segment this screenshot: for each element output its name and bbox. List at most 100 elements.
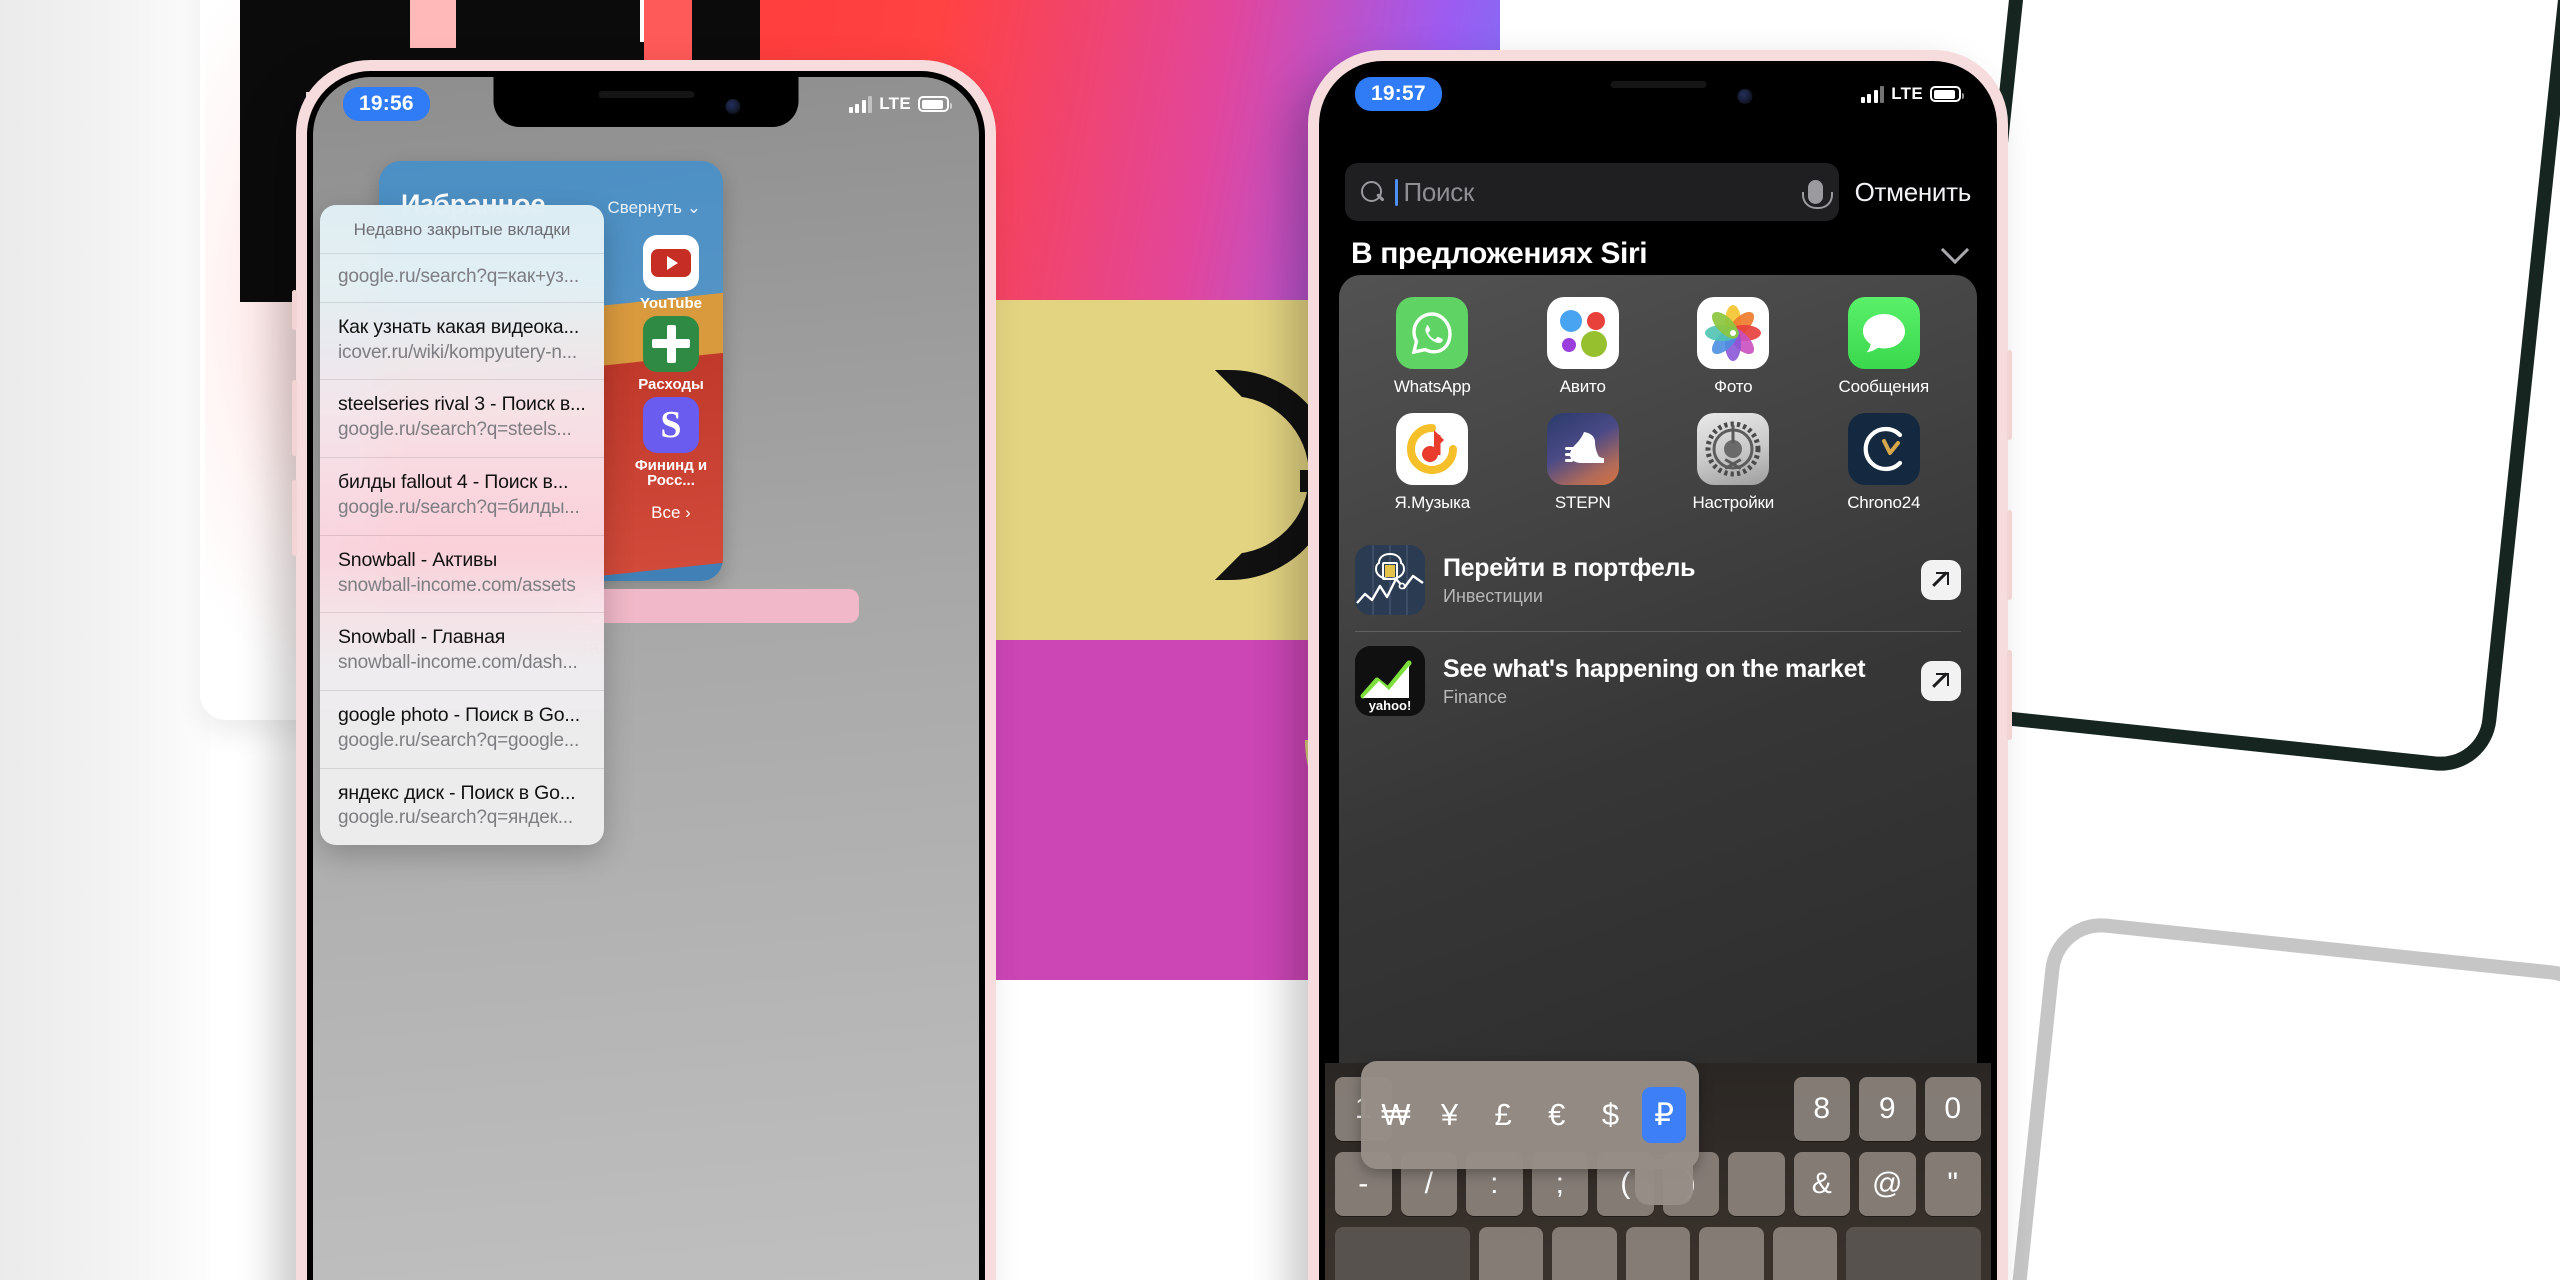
whatsapp-icon bbox=[1396, 297, 1469, 369]
row-title: Snowball - Главная bbox=[338, 626, 506, 649]
key-8[interactable]: 8 bbox=[1793, 1077, 1850, 1141]
favorite-label: Фининд и Росс... bbox=[634, 456, 708, 490]
search-bar: Поиск Отменить bbox=[1325, 163, 1991, 221]
app-grid: WhatsApp Авито Фото Сообщения Я.Музыка S… bbox=[1339, 275, 1977, 523]
status-time: 19:57 bbox=[1355, 77, 1442, 111]
currency-key-dollar[interactable]: $ bbox=[1588, 1087, 1632, 1143]
app-messages[interactable]: Сообщения bbox=[1809, 297, 1960, 397]
favorite-youtube[interactable]: YouTube bbox=[621, 235, 721, 312]
app-stepn[interactable]: STEPN bbox=[1508, 413, 1659, 513]
list-item[interactable]: Snowball - Активы snowball-income.com/as… bbox=[320, 534, 604, 613]
list-item[interactable]: steelseries rival 3 - Поиск в... google.… bbox=[320, 379, 604, 457]
battery-icon bbox=[918, 96, 952, 112]
key-currency[interactable] bbox=[1728, 1152, 1785, 1216]
list-item[interactable]: Snowball - Главная snowball-income.com/d… bbox=[320, 612, 604, 690]
youtube-icon bbox=[643, 235, 699, 291]
open-suggestion-button[interactable] bbox=[1921, 661, 1961, 701]
row-title: steelseries rival 3 - Поиск в... bbox=[338, 393, 586, 416]
left-phone-screen: 19:56 LTE Избранное Свернуть ⌄ YouTube Р… bbox=[313, 77, 979, 1280]
key-symbols-toggle[interactable] bbox=[1335, 1227, 1471, 1280]
app-yandex-music[interactable]: Я.Музыка bbox=[1357, 413, 1508, 513]
app-settings[interactable]: Настройки bbox=[1658, 413, 1809, 513]
row-url: icover.ru/wiki/kompyutery-n... bbox=[338, 341, 577, 363]
tinkoff-investments-icon bbox=[1355, 545, 1425, 615]
key-9[interactable]: 9 bbox=[1859, 1077, 1916, 1141]
status-time: 19:56 bbox=[343, 87, 430, 121]
search-icon bbox=[1361, 180, 1384, 204]
key-apostrophe[interactable] bbox=[1772, 1227, 1837, 1280]
siri-section-header: В предложениях Siri bbox=[1325, 235, 1991, 271]
favorite-expenses[interactable]: Расходы bbox=[621, 315, 721, 393]
currency-key-popup[interactable]: ₩ ¥ £ € $ ₽ bbox=[1361, 1061, 1699, 1205]
suggestion-subtitle: Finance bbox=[1443, 686, 1508, 707]
suggestions-list: Перейти в портфель Инвестиции yahoo! See… bbox=[1339, 523, 1977, 732]
favorite-finind[interactable]: S Фининд и Росс... bbox=[621, 396, 721, 490]
currency-key-ruble-selected[interactable]: ₽ bbox=[1642, 1087, 1687, 1143]
open-suggestion-button[interactable] bbox=[1921, 560, 1961, 600]
row-url: google.ru/search?q=билды... bbox=[338, 496, 580, 518]
key-backspace[interactable] bbox=[1845, 1227, 1981, 1280]
key-comma[interactable] bbox=[1552, 1227, 1617, 1280]
list-item[interactable]: билды fallout 4 - Поиск в... google.ru/s… bbox=[320, 456, 604, 535]
decorative-outline-dark bbox=[1933, 0, 2560, 777]
key-exclaim[interactable] bbox=[1699, 1227, 1764, 1280]
arrow-up-right-icon bbox=[1933, 572, 1949, 588]
app-label: WhatsApp bbox=[1393, 377, 1471, 396]
cancel-button[interactable]: Отменить bbox=[1855, 177, 1972, 208]
row-title: билды fallout 4 - Поиск в... bbox=[338, 470, 569, 493]
app-photos[interactable]: Фото bbox=[1658, 297, 1809, 397]
left-status-bar: 19:56 LTE bbox=[313, 77, 979, 131]
app-avito[interactable]: Авито bbox=[1508, 297, 1659, 397]
currency-key-euro[interactable]: € bbox=[1535, 1087, 1579, 1143]
app-whatsapp[interactable]: WhatsApp bbox=[1357, 297, 1508, 397]
list-item[interactable]: google photo - Поиск в Go... google.ru/s… bbox=[320, 689, 604, 768]
network-label: LTE bbox=[879, 94, 911, 113]
row-title: google photo - Поиск в Go... bbox=[338, 703, 580, 726]
show-all-button[interactable]: Все › bbox=[651, 503, 691, 523]
right-phone-device: 19:57 LTE Поиск Отменить В предложениях … bbox=[1308, 50, 2012, 1280]
signal-bars-icon bbox=[1860, 85, 1885, 103]
favorites-column: YouTube Расходы S Фининд и Росс... Все › bbox=[619, 235, 723, 523]
on-screen-keyboard: ₩ ¥ £ € $ ₽ 1 8 9 0 bbox=[1325, 1061, 1991, 1280]
arrow-up-right-icon bbox=[1933, 673, 1949, 689]
app-chrono24[interactable]: Chrono24 bbox=[1809, 413, 1960, 513]
collapse-label: Свернуть bbox=[607, 198, 683, 217]
row-title: Snowball - Активы bbox=[338, 548, 498, 571]
s-letter-icon: S bbox=[643, 396, 699, 453]
svg-text:yahoo!: yahoo! bbox=[1369, 698, 1412, 713]
recently-closed-title: Недавно закрытые вкладки bbox=[353, 220, 571, 239]
show-all-label: Все bbox=[651, 503, 681, 522]
key-0[interactable]: 0 bbox=[1924, 1077, 1981, 1141]
currency-key-yen[interactable]: ¥ bbox=[1427, 1087, 1471, 1143]
list-item[interactable]: google.ru/search?q=как+уз... bbox=[320, 253, 604, 302]
yandex-music-icon bbox=[1396, 413, 1469, 485]
suggestion-row-market[interactable]: yahoo! See what's happening on the marke… bbox=[1355, 631, 1961, 732]
suggestion-row-portfolio[interactable]: Перейти в портфель Инвестиции bbox=[1355, 531, 1961, 631]
microphone-icon[interactable] bbox=[1801, 180, 1833, 209]
chevron-down-icon[interactable] bbox=[1940, 235, 1970, 265]
key-question[interactable] bbox=[1625, 1227, 1691, 1280]
currency-key-pound[interactable]: £ bbox=[1481, 1087, 1525, 1143]
pink-pill bbox=[559, 589, 859, 623]
currency-key-won[interactable]: ₩ bbox=[1374, 1087, 1418, 1143]
text-caret bbox=[1395, 178, 1398, 206]
list-item[interactable]: яндекс диск - Поиск в Go... google.ru/se… bbox=[320, 767, 604, 846]
app-label: STEPN bbox=[1554, 493, 1611, 512]
siri-section-title: В предложениях Siri bbox=[1351, 237, 1648, 270]
app-label: Авито bbox=[1559, 377, 1606, 396]
stepn-icon bbox=[1546, 413, 1619, 485]
collapse-button[interactable]: Свернуть ⌄ bbox=[607, 198, 701, 218]
settings-gear-icon bbox=[1697, 413, 1770, 485]
suggestion-title: See what's happening on the market bbox=[1443, 654, 1866, 683]
search-input[interactable]: Поиск bbox=[1345, 163, 1839, 221]
app-label: Сообщения bbox=[1838, 377, 1930, 396]
recently-closed-tabs-panel[interactable]: Недавно закрытые вкладки google.ru/searc… bbox=[320, 205, 604, 846]
key-at[interactable]: @ bbox=[1859, 1152, 1916, 1216]
key-period[interactable] bbox=[1479, 1227, 1544, 1280]
key-ampersand[interactable]: & bbox=[1793, 1152, 1850, 1216]
photos-icon bbox=[1697, 297, 1770, 369]
key-quote[interactable]: " bbox=[1924, 1152, 1981, 1216]
list-item[interactable]: Как узнать какая видеока... icover.ru/wi… bbox=[320, 301, 604, 380]
row-url: snowball-income.com/dash... bbox=[338, 652, 578, 674]
suggestion-subtitle: Инвестиции bbox=[1443, 585, 1543, 606]
